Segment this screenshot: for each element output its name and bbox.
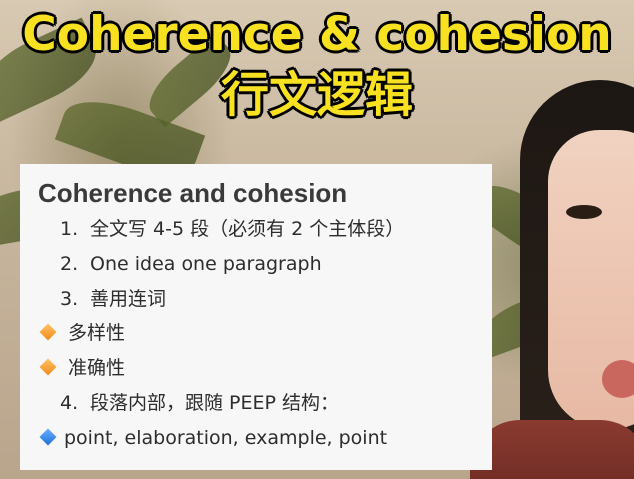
list-item-number: 2. — [60, 252, 79, 275]
presenter-shirt — [470, 420, 634, 479]
caption-chinese-title: 行文逻辑 — [220, 67, 413, 123]
list-item-text: 准确性 — [68, 357, 126, 380]
list-item-text: point, elaboration, example, point — [64, 426, 388, 449]
list-item: 2. One idea one paragraph — [38, 247, 476, 282]
list-item: point, elaboration, example, point — [38, 421, 476, 456]
list-item: 准确性 — [38, 351, 476, 386]
list-item-text: One idea one paragraph — [90, 252, 322, 275]
list-item-number: 1. — [60, 218, 79, 240]
list-item: 1. 全文写 4-5 段（必须有 2 个主体段） — [38, 212, 476, 247]
list-item-number: 4. — [60, 391, 79, 414]
presenter-mouth — [602, 360, 634, 398]
list-item: 多样性 — [38, 316, 476, 351]
notes-card: Coherence and cohesion 1. 全文写 4-5 段（必须有 2… — [20, 164, 492, 470]
orange-diamond-icon — [39, 323, 57, 341]
list-item-text: 段落内部，跟随 PEEP 结构： — [90, 391, 340, 414]
video-caption-title: Coherence & cohesion 行文逻辑 — [0, 6, 634, 124]
orange-diamond-icon — [39, 358, 57, 376]
presenter-eye — [566, 205, 602, 219]
list-item: 3. 善用连词 — [38, 282, 476, 317]
list-item-text: 全文写 4-5 段（必须有 2 个主体段） — [90, 218, 405, 240]
list-item-text: 善用连词 — [90, 287, 167, 310]
list-item-number: 3. — [60, 287, 79, 310]
list-item: 4. 段落内部，跟随 PEEP 结构： — [38, 386, 476, 421]
caption-english-title: Coherence & cohesion — [22, 7, 612, 62]
blue-diamond-icon — [39, 428, 57, 446]
notes-title: Coherence and cohesion — [38, 178, 348, 208]
list-item-text: 多样性 — [68, 322, 126, 345]
